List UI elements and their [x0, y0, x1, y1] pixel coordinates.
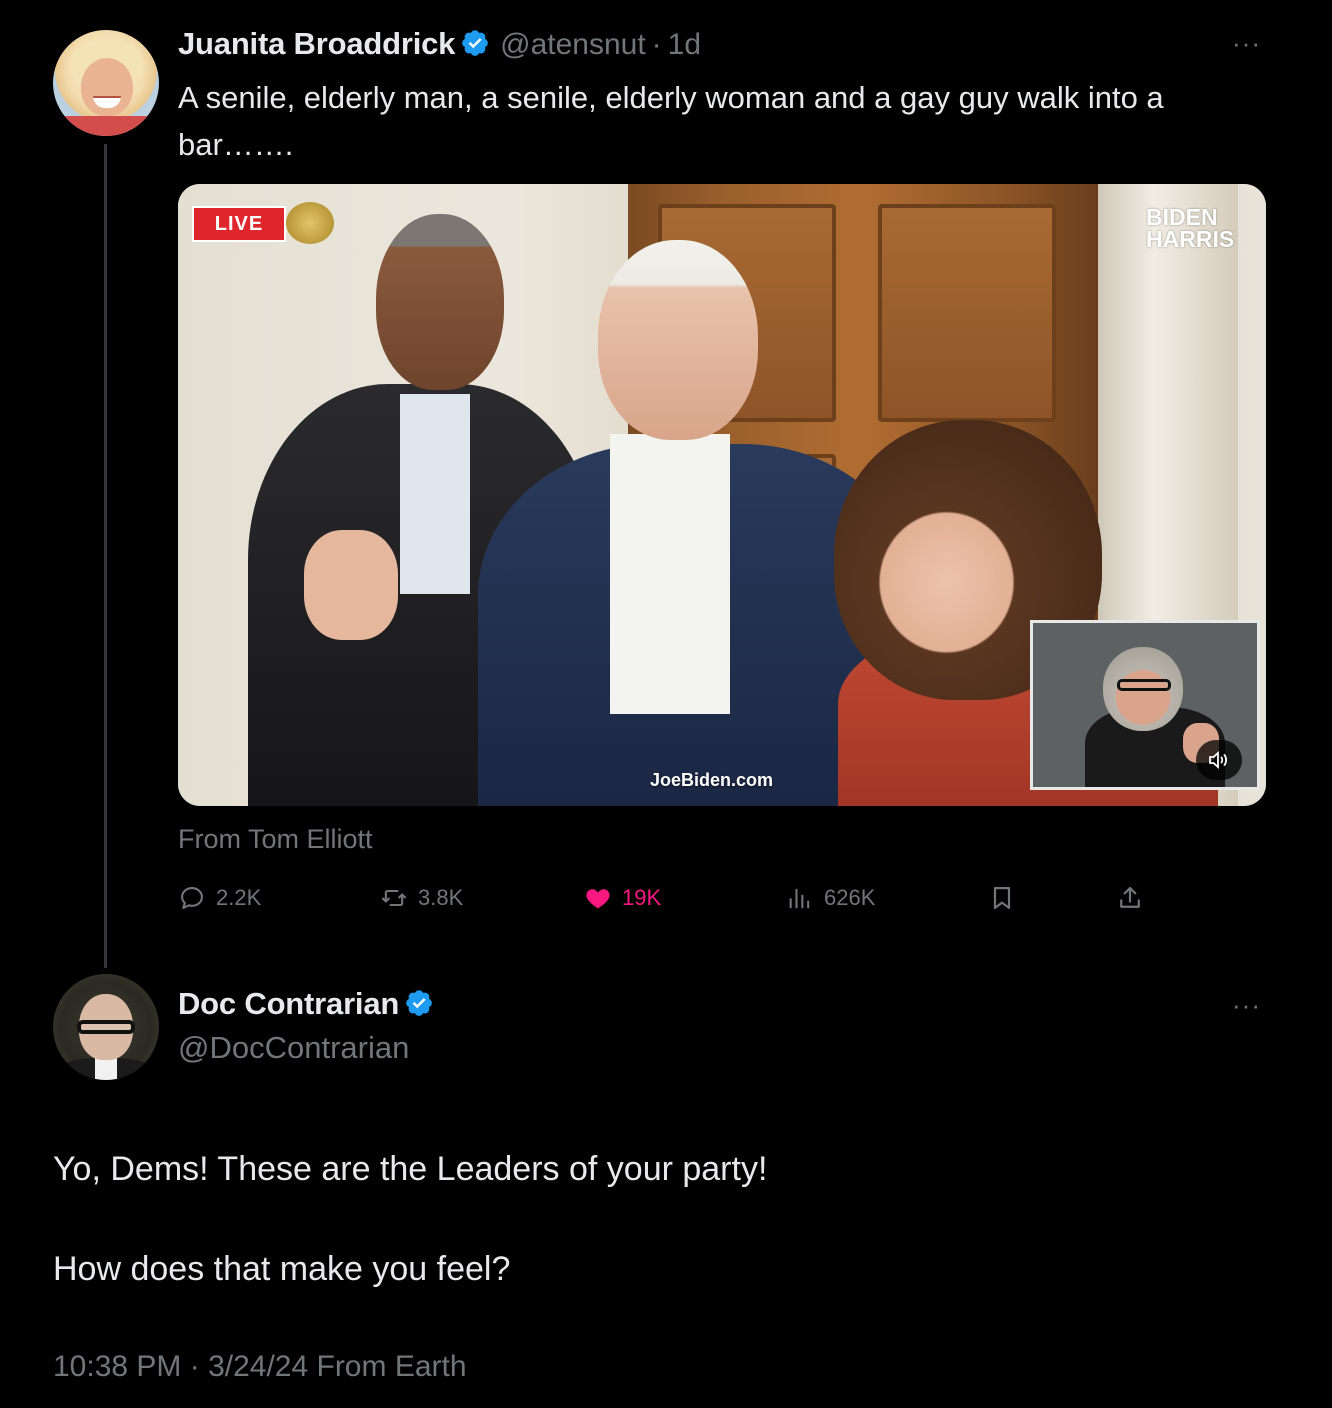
avatar[interactable] [53, 30, 159, 136]
mute-toggle-button[interactable] [1196, 740, 1242, 780]
like-button[interactable]: 19K [584, 876, 661, 920]
verified-badge-icon[interactable] [460, 28, 490, 58]
verified-badge-icon[interactable] [404, 988, 434, 1018]
more-options-icon[interactable]: ··· [1232, 990, 1261, 1021]
like-count: 19K [622, 885, 662, 910]
bookmark-icon [993, 886, 1011, 910]
repost-count: 3.8K [418, 885, 464, 910]
tweet-header: Juanita Broaddrick @atensnut · 1d [178, 26, 701, 62]
author-handle[interactable]: @atensnut [500, 28, 646, 61]
repost-button[interactable]: 3.8K [380, 876, 463, 920]
avatar-glasses [77, 1020, 135, 1034]
video-watermark: JoeBiden.com [650, 770, 774, 790]
repost-icon [381, 889, 407, 907]
share-icon [1120, 886, 1140, 908]
author-name[interactable]: Juanita Broaddrick [178, 26, 455, 61]
media-attribution[interactable]: From Tom Elliott [178, 824, 373, 855]
views-button[interactable]: 626K [786, 876, 875, 920]
tweet-text: Yo, Dems! These are the Leaders of your … [53, 1144, 1273, 1294]
thread-connector-line [104, 144, 107, 968]
more-options-icon[interactable]: ··· [1232, 28, 1261, 59]
avatar-shirt [53, 116, 159, 136]
live-badge: LIVE [192, 206, 286, 242]
reply-button[interactable]: 2.2K [178, 876, 261, 920]
avatar-collar [95, 1058, 117, 1080]
tweet-author-row: Doc Contrarian [178, 986, 434, 1022]
separator-dot: · [651, 28, 662, 61]
tweet-text: A senile, elderly man, a senile, elderly… [178, 80, 1164, 162]
video-bell [286, 202, 334, 244]
views-chart-icon [789, 888, 810, 909]
heart-filled-icon [586, 889, 610, 909]
tweet-timestamp[interactable]: 10:38 PM · 3/24/24 From Earth [53, 1350, 467, 1384]
reply-icon [181, 887, 203, 909]
tweet-text-line: How does that make you feel? [53, 1250, 511, 1288]
video-head-center [598, 240, 758, 440]
views-count: 626K [824, 885, 876, 910]
reply-count: 2.2K [216, 885, 262, 910]
video-hands [304, 530, 398, 640]
action-bar: 2.2K 3.8K 19K 626K [178, 876, 1158, 920]
author-handle[interactable]: @DocContrarian [178, 1030, 409, 1066]
bookmark-button[interactable] [988, 876, 1016, 920]
author-name[interactable]: Doc Contrarian [178, 986, 399, 1021]
speaker-icon [1209, 750, 1227, 770]
video-head-left [376, 214, 504, 390]
video-player[interactable]: LIVE BIDEN HARRIS JoeBiden.com [178, 184, 1266, 806]
share-button[interactable] [1116, 876, 1144, 920]
tweet-text-line: Yo, Dems! These are the Leaders of your … [53, 1150, 768, 1188]
avatar[interactable] [53, 974, 159, 1080]
campaign-logo: BIDEN HARRIS [1146, 204, 1235, 252]
timestamp[interactable]: 1d [668, 28, 701, 61]
